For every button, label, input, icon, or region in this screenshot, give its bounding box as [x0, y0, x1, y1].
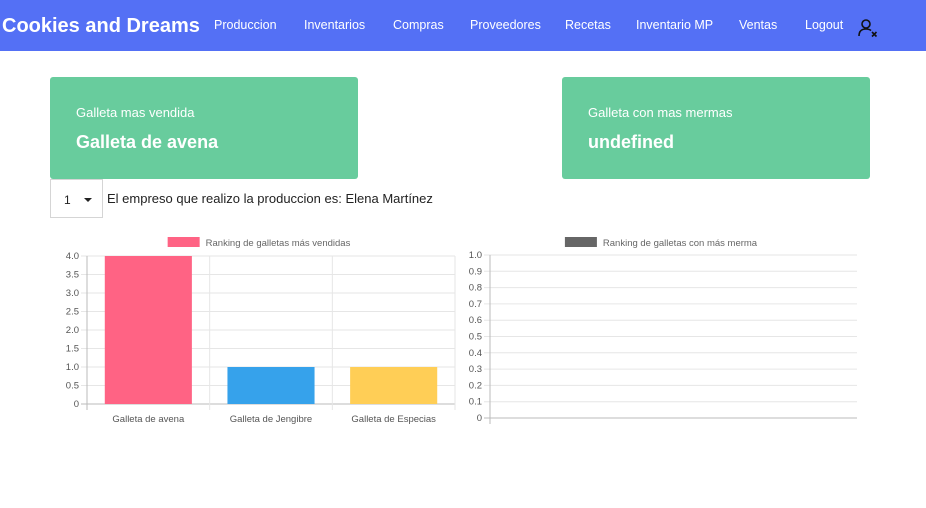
- legend-swatch: [564, 237, 597, 247]
- y-tick-label: 0.1: [469, 397, 482, 408]
- y-tick-label: 0.5: [469, 332, 482, 343]
- nav-item-produccion[interactable]: Produccion: [214, 18, 277, 32]
- legend-label: Ranking de galletas con más merma: [603, 238, 758, 249]
- sales-ranking-chart: Ranking de galletas más vendidas 0 0.5 1.0 1…: [66, 237, 456, 425]
- nav-item-inventario-mp[interactable]: Inventario MP: [636, 18, 713, 32]
- navbar: Cookies and Dreams Produccion Inventario…: [0, 0, 926, 51]
- caret-down-icon: [84, 198, 92, 202]
- y-tick-label: 0.3: [469, 364, 482, 375]
- bar: [227, 367, 315, 404]
- user-remove-icon[interactable]: [858, 18, 878, 38]
- y-tick-label: 3.5: [66, 270, 79, 281]
- y-tick-label: 0.7: [469, 299, 482, 310]
- y-tick-label: 2.5: [66, 307, 79, 318]
- y-tick-label: 0.9: [469, 266, 482, 277]
- x-tick-label: Galleta de avena: [112, 414, 185, 425]
- bar: [104, 256, 192, 404]
- card-most-waste-label: Galleta con mas mermas: [588, 105, 733, 120]
- nav-item-inventarios[interactable]: Inventarios: [304, 18, 365, 32]
- waste-ranking-chart: Ranking de galletas con más merma 0 0.1 0.2…: [469, 237, 857, 424]
- card-best-seller-label: Galleta mas vendida: [76, 105, 195, 120]
- y-tick-label: 0.4: [469, 348, 482, 359]
- x-tick-label: Galleta de Especias: [351, 414, 436, 425]
- card-most-waste: Galleta con mas mermas undefined: [562, 77, 870, 179]
- y-tick-label: 1.0: [469, 250, 482, 261]
- y-tick-label: 1.0: [66, 362, 79, 373]
- y-tick-label: 3.0: [66, 288, 79, 299]
- employee-select[interactable]: 1: [50, 179, 103, 218]
- card-best-seller: Galleta mas vendida Galleta de avena: [50, 77, 358, 179]
- y-tick-label: 4.0: [66, 251, 79, 262]
- y-tick-label: 0.6: [469, 315, 482, 326]
- y-tick-label: 1.5: [66, 344, 79, 355]
- nav-item-logout[interactable]: Logout: [805, 18, 843, 32]
- nav-item-proveedores[interactable]: Proveedores: [470, 18, 541, 32]
- employee-production-text: El empreso que realizo la produccion es:…: [107, 191, 433, 206]
- y-tick-label: 0.8: [469, 283, 482, 294]
- bar: [350, 367, 438, 404]
- y-tick-label: 0.5: [66, 381, 79, 392]
- nav-item-compras[interactable]: Compras: [393, 18, 444, 32]
- card-most-waste-value: undefined: [588, 132, 674, 152]
- y-tick-label: 0.2: [469, 380, 482, 391]
- nav-item-ventas[interactable]: Ventas: [739, 18, 777, 32]
- x-tick-label: Galleta de Jengibre: [230, 414, 312, 425]
- y-tick-label: 2.0: [66, 325, 79, 336]
- legend-label: Ranking de galletas más vendidas: [206, 238, 351, 249]
- employee-select-value: 1: [64, 193, 71, 207]
- card-best-seller-value: Galleta de avena: [76, 132, 219, 152]
- nav-item-recetas[interactable]: Recetas: [565, 18, 611, 32]
- legend-swatch: [167, 237, 200, 247]
- app-title[interactable]: Cookies and Dreams: [2, 15, 200, 38]
- y-tick-label: 0: [477, 413, 482, 424]
- y-tick-label: 0: [74, 399, 79, 410]
